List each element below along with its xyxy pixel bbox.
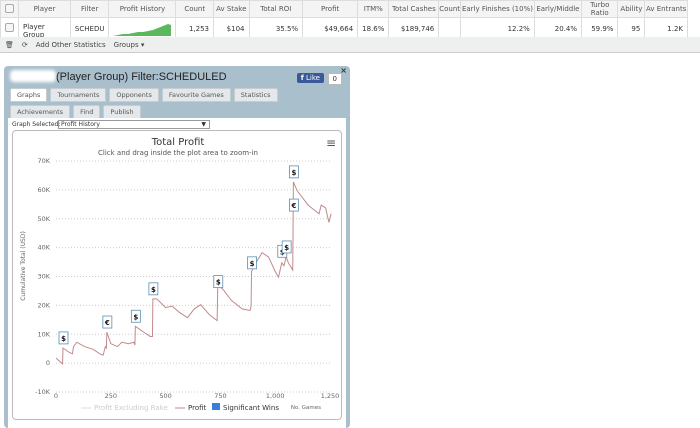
flag-label: $ <box>133 313 138 321</box>
flag-label: € <box>290 202 296 210</box>
column-header[interactable]: Profit History <box>108 0 177 18</box>
graph-selected-label: Graph Selected: <box>12 121 61 128</box>
y-tick-label: -10K <box>35 388 51 396</box>
y-tick-label: 70K <box>37 157 50 165</box>
y-tick-label: 30K <box>37 273 50 281</box>
chart-title: Total Profit <box>151 137 205 148</box>
tab-publish[interactable]: Publish <box>103 105 141 119</box>
column-header[interactable]: Early Finishes (10%) <box>460 0 535 18</box>
tab-statistics[interactable]: Statistics <box>233 88 278 102</box>
trash-icon[interactable]: 🗑 <box>5 41 14 49</box>
column-header[interactable]: ITM% <box>357 0 390 18</box>
add-stats-button[interactable]: Add Other Statistics <box>36 41 106 49</box>
y-axis-label: Cumulative Total (USD) <box>20 231 27 301</box>
flag-label: $ <box>216 279 221 287</box>
y-tick-label: 10K <box>37 330 50 338</box>
legend-significant-wins[interactable]: Significant Wins <box>223 404 279 412</box>
graph-select[interactable]: Profit History ▼ <box>58 120 210 129</box>
column-header[interactable]: Filter <box>69 0 110 18</box>
column-header[interactable] <box>0 0 19 18</box>
flag-label: $ <box>250 260 255 268</box>
x-tick-label: 500 <box>159 392 171 400</box>
stats-table: Player Filter Profit History Count Av Stake T… <box>0 0 688 40</box>
column-header[interactable]: Av Stake <box>213 0 250 18</box>
table-toolbar: 🗑 ⟳ Add Other Statistics Groups ▾ <box>0 37 700 53</box>
x-axis-label: No. Games <box>291 405 321 411</box>
player-popup: (Player Group) Filter:SCHEDULED f Like 0… <box>4 66 350 428</box>
profit-sparkline <box>113 23 172 36</box>
x-tick-label: 0 <box>54 392 58 400</box>
x-tick-label: 250 <box>105 392 117 400</box>
y-tick-label: 50K <box>37 215 50 223</box>
legend-profit[interactable]: Profit <box>188 404 207 412</box>
flag-label: $ <box>284 244 289 252</box>
column-header[interactable]: Av Entrants <box>644 0 688 18</box>
tab-achievements[interactable]: Achievements <box>10 105 71 119</box>
legend-wins-swatch <box>212 403 220 410</box>
refresh-icon[interactable]: ⟳ <box>22 41 28 49</box>
tab-favourite-games[interactable]: Favourite Games <box>161 88 231 102</box>
x-tick-label: 750 <box>214 392 226 400</box>
legend-profit-excl-rake[interactable]: Profit Excluding Rake <box>94 404 168 412</box>
tab-find[interactable]: Find <box>73 105 101 119</box>
column-header[interactable]: Player <box>18 0 71 18</box>
column-header[interactable]: Profit <box>302 0 359 18</box>
tab-graphs[interactable]: Graphs <box>10 88 48 102</box>
column-header[interactable]: Early/Middle <box>533 0 582 18</box>
tab-tournaments[interactable]: Tournaments <box>50 88 107 102</box>
chart-container[interactable]: Total Profit Click and drag inside the pl… <box>12 130 342 420</box>
column-header[interactable]: Count <box>438 0 462 18</box>
flag-label: $ <box>151 286 156 294</box>
y-tick-label: 20K <box>37 301 50 309</box>
column-header[interactable]: Ability <box>617 0 646 18</box>
y-tick-label: 0 <box>46 359 50 367</box>
groups-button[interactable]: Groups ▾ <box>114 41 145 49</box>
column-header[interactable]: Total ROI <box>248 0 304 18</box>
row-checkbox[interactable] <box>5 23 14 32</box>
redacted-name <box>10 70 56 82</box>
close-icon[interactable]: × <box>340 66 347 75</box>
chart-subtitle: Click and drag inside the plot area to z… <box>98 149 258 157</box>
x-tick-label: 1,250 <box>321 392 340 400</box>
tab-bar: Graphs Tournaments Opponents Favourite Game… <box>10 88 340 119</box>
profit-chart[interactable]: Total ProfitClick and drag inside the pl… <box>13 131 343 421</box>
y-tick-label: 40K <box>37 244 50 252</box>
flag-label: $ <box>291 169 296 177</box>
column-header[interactable]: Turbo Ratio <box>580 0 619 18</box>
popup-title: (Player Group) Filter:SCHEDULED <box>56 71 227 83</box>
graph-panel: Graph Selected: Profit History ▼ Total Pr… <box>8 118 346 428</box>
facebook-like-button[interactable]: f Like <box>296 73 324 83</box>
flag-label: $ <box>61 335 66 343</box>
menu-icon[interactable]: ≡ <box>326 136 336 150</box>
column-header[interactable]: Total Cashes <box>388 0 440 18</box>
column-header[interactable]: Count <box>175 0 214 18</box>
flag-label: € <box>104 319 110 327</box>
y-tick-label: 60K <box>37 186 50 194</box>
x-tick-label: 1,000 <box>266 392 285 400</box>
tab-opponents[interactable]: Opponents <box>109 88 159 102</box>
